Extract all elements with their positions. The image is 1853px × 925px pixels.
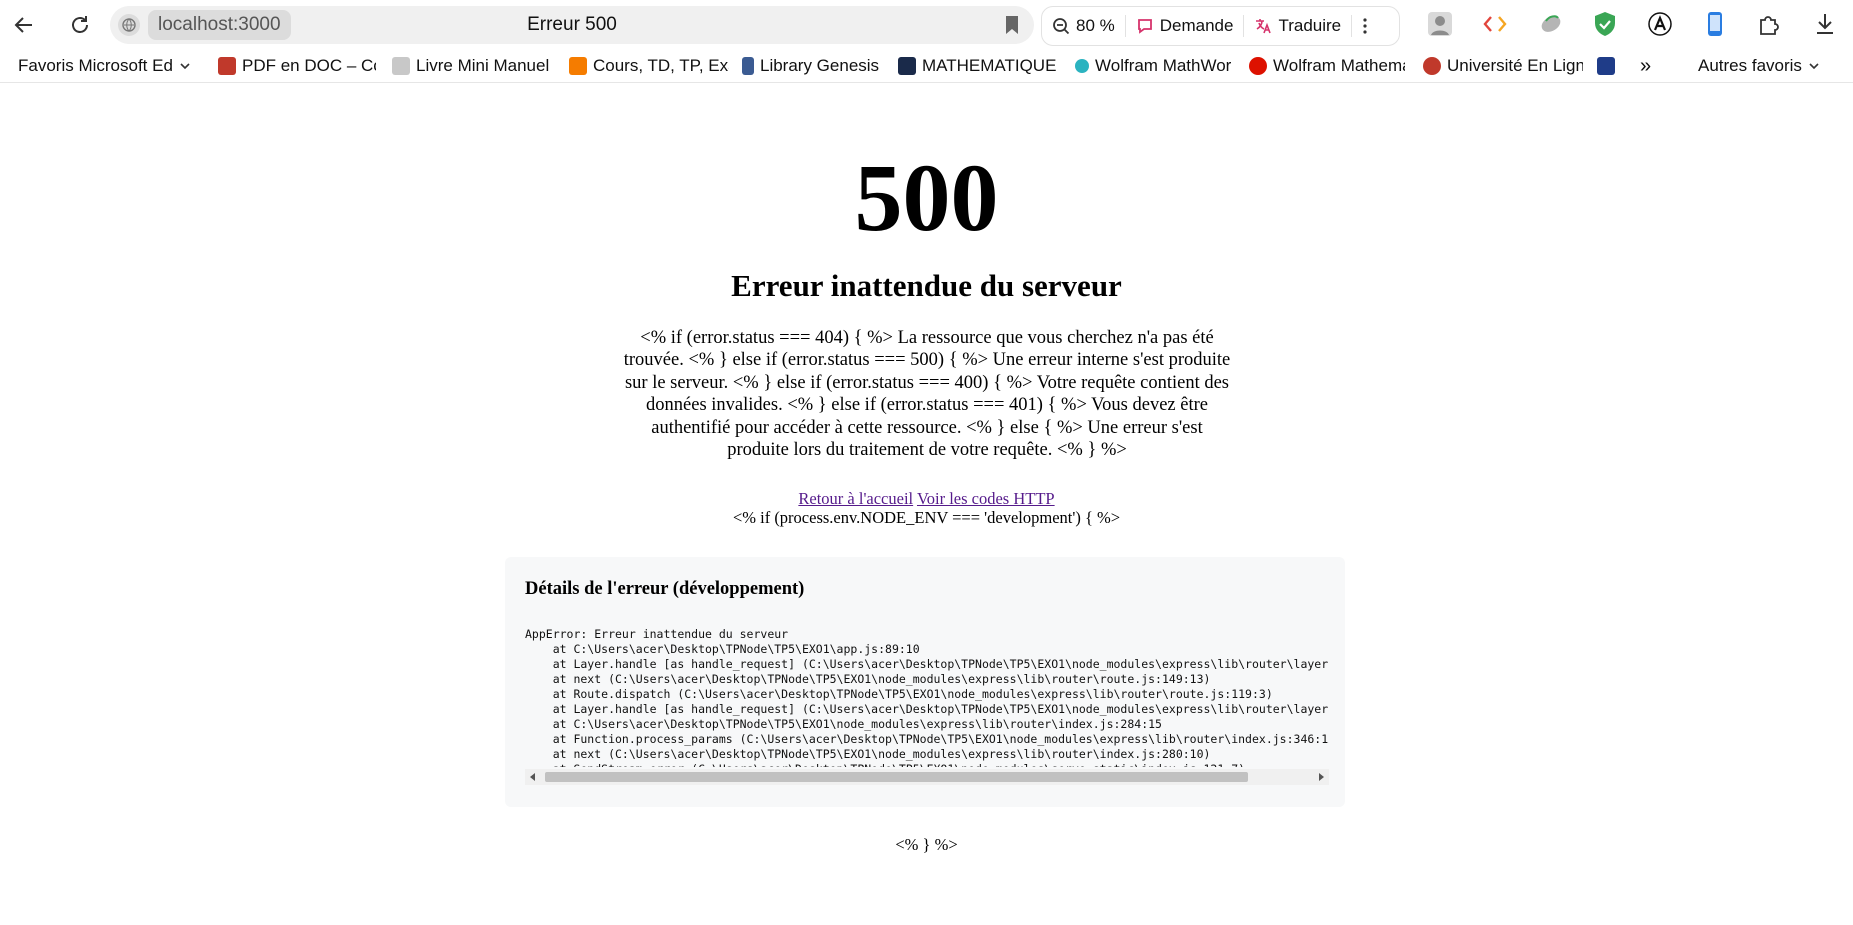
uel-icon	[1423, 57, 1441, 75]
error-title: Erreur inattendue du serveur	[731, 268, 1122, 303]
bookmark-label: Wolfram Mathematica	[1273, 56, 1405, 75]
error-message: <% if (error.status === 404) { %> La res…	[623, 328, 1231, 461]
bookmark-label: Wolfram MathWorld	[1095, 56, 1231, 75]
reload-icon	[72, 16, 88, 33]
arrow-left-icon	[14, 17, 32, 33]
reload-button[interactable]	[62, 7, 98, 43]
bookmark-label: PDF en DOC – Convertisseur	[242, 56, 376, 75]
blogger-icon	[569, 57, 587, 75]
extension-a-icon[interactable]	[1645, 9, 1675, 39]
translate-icon	[1256, 19, 1272, 34]
other-favorites-folder[interactable]: Autres favoris	[1698, 50, 1828, 82]
stack-trace: AppError: Erreur inattendue du serveur a…	[525, 627, 1329, 767]
bookmark-label: MATHEMATIQUES	[922, 56, 1056, 75]
toolbar-actions: 80 % Demande Traduire	[1041, 6, 1400, 46]
extension-mouse-icon[interactable]	[1536, 9, 1566, 39]
bookmark-label: Cours, TD, TP, Exam	[593, 56, 729, 75]
url-text[interactable]: localhost:3000	[148, 10, 291, 40]
chevron-down-icon	[180, 63, 190, 70]
error-links: Retour à l'accueil Voir les codes HTTP	[0, 489, 1853, 509]
extension-phone-icon[interactable]	[1700, 9, 1730, 39]
bookmark-label: Livre Mini Manuel de	[416, 56, 552, 75]
translate-label: Traduire	[1278, 16, 1342, 35]
chevron-down-icon	[1809, 63, 1819, 70]
error-details-panel: Détails de l'erreur (développement) AppE…	[505, 557, 1345, 807]
horizontal-scrollbar[interactable]	[525, 769, 1329, 785]
bookmark-cours[interactable]: Cours, TD, TP, Exam	[569, 50, 729, 82]
bookmark-label: Université En Ligne	[1447, 56, 1583, 75]
ask-label: Demande	[1159, 16, 1234, 35]
math-icon	[898, 57, 916, 75]
error-code: 500	[854, 144, 999, 251]
wolfram-icon	[1249, 57, 1267, 75]
bookmark-b[interactable]	[1597, 50, 1619, 82]
bookmark-label: Favoris Microsoft Edge	[18, 56, 173, 75]
ask-button[interactable]: Demande	[1126, 7, 1244, 45]
page-content: 500 Erreur inattendue du serveur <% if (…	[0, 83, 1853, 925]
home-link[interactable]: Retour à l'accueil	[798, 489, 913, 508]
zoom-level: 80 %	[1076, 16, 1115, 35]
scroll-left-icon[interactable]	[530, 773, 535, 781]
more-bookmarks-button[interactable]: »	[1640, 50, 1660, 82]
library-icon	[742, 57, 754, 75]
avatar-icon	[1428, 12, 1452, 36]
double-chevron-icon: »	[1640, 54, 1652, 77]
bookmark-mathworld[interactable]: Wolfram MathWorld	[1075, 50, 1231, 82]
ask-icon	[1137, 19, 1152, 34]
bookmark-pdf-doc[interactable]: PDF en DOC – Convertisseur	[218, 50, 376, 82]
other-favorites-label: Autres favoris	[1698, 56, 1802, 75]
bookmark-mathematica[interactable]: Wolfram Mathematica	[1249, 50, 1405, 82]
extension-puzzle-icon[interactable]	[1754, 9, 1784, 39]
bookmark-folder-edge[interactable]: Favoris Microsoft Edge	[18, 50, 198, 82]
stack-trace-container[interactable]: AppError: Erreur inattendue du serveur a…	[525, 627, 1329, 787]
more-vertical-icon	[1363, 18, 1367, 34]
shield-icon[interactable]	[1590, 9, 1620, 39]
bookmarks-bar: Favoris Microsoft Edge PDF en DOC – Conv…	[0, 50, 1853, 83]
scrollbar-thumb[interactable]	[545, 772, 1248, 782]
translate-button[interactable]: Traduire	[1244, 7, 1351, 45]
extension-code-icon[interactable]	[1480, 9, 1510, 39]
bookmark-uel[interactable]: Université En Ligne	[1423, 50, 1583, 82]
template-env-open: <% if (process.env.NODE_ENV === 'develop…	[732, 508, 1121, 527]
browser-toolbar: Erreur 500 localhost:3000 80 % Demande T…	[0, 0, 1853, 50]
b-icon	[1597, 57, 1615, 75]
bookmark-library-genesis[interactable]: Library Genesis	[742, 50, 892, 82]
bookmark-mathematiques[interactable]: MATHEMATIQUES	[898, 50, 1056, 82]
back-button[interactable]	[6, 7, 42, 43]
profile-avatar[interactable]	[1425, 9, 1455, 39]
details-title: Détails de l'erreur (développement)	[525, 579, 805, 599]
bookmark-livre[interactable]: Livre Mini Manuel de	[392, 50, 552, 82]
bookmark-icon[interactable]	[1004, 15, 1020, 39]
http-codes-link[interactable]: Voir les codes HTTP	[917, 489, 1055, 508]
template-env-close: <% } %>	[895, 835, 958, 854]
pdf-icon	[218, 57, 236, 75]
book-icon	[392, 57, 410, 75]
zoom-button[interactable]: 80 %	[1042, 7, 1125, 45]
zoom-icon	[1053, 18, 1070, 35]
address-bar[interactable]: Erreur 500 localhost:3000	[110, 6, 1034, 44]
download-icon[interactable]	[1810, 9, 1840, 39]
more-tools-button[interactable]	[1352, 7, 1378, 45]
scroll-right-icon[interactable]	[1319, 773, 1324, 781]
mathworld-icon	[1075, 59, 1089, 73]
bookmark-label: Library Genesis	[760, 56, 880, 75]
